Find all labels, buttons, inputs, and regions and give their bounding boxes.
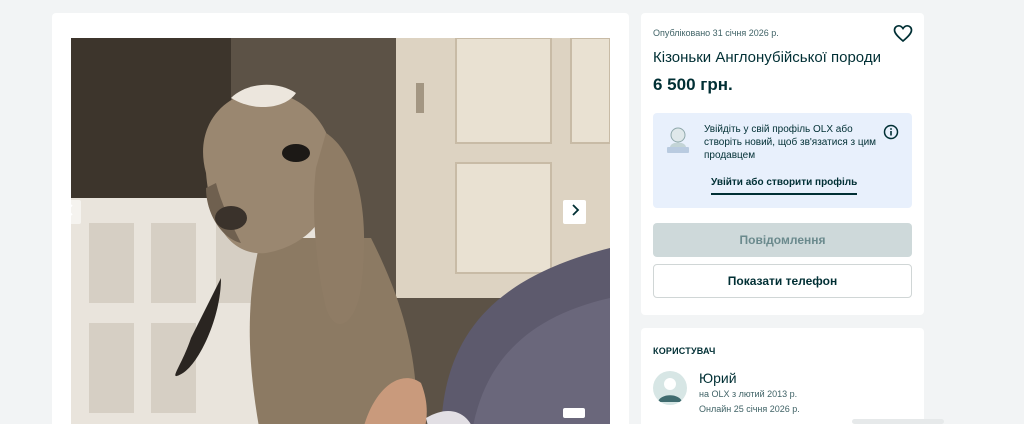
ad-title: Кізоньки Англонубійської породи: [653, 49, 881, 66]
ad-info-card: Опубліковано 31 січня 2026 р. Кізоньки А…: [641, 13, 924, 315]
seller-last-online: Онлайн 25 січня 2026 р.: [699, 404, 800, 414]
seller-name[interactable]: Юрий: [699, 370, 737, 386]
profile-illustration-icon: [665, 125, 691, 155]
avatar[interactable]: [653, 371, 687, 405]
seller-member-since: на OLX з лютий 2013 р.: [699, 389, 798, 399]
bottom-bar: [852, 419, 944, 424]
message-button[interactable]: Повідомлення: [653, 223, 912, 257]
login-prompt-text: Увійдіть у свій профіль OLX або створіть…: [704, 124, 877, 161]
show-phone-button[interactable]: Показати телефон: [653, 264, 912, 298]
gallery-next-button[interactable]: [563, 200, 586, 224]
login-or-register-link[interactable]: Увійти або створити профіль: [711, 177, 858, 195]
seller-heading: КОРИСТУВАЧ: [653, 346, 716, 356]
photo-gallery: [52, 13, 629, 424]
gallery-prev-button[interactable]: [58, 200, 81, 224]
heart-icon[interactable]: [893, 24, 913, 44]
chevron-right-icon: [569, 203, 581, 222]
login-prompt: Увійдіть у свій профіль OLX або створіть…: [653, 113, 912, 208]
gallery-indicator: [563, 408, 585, 418]
info-icon[interactable]: [883, 124, 899, 140]
seller-card: КОРИСТУВАЧ Юрий на OLX з лютий 2013 р. О…: [641, 328, 924, 424]
goat-kid-photo[interactable]: [71, 38, 610, 424]
published-date: Опубліковано 31 січня 2026 р.: [653, 28, 779, 38]
ad-price: 6 500 грн.: [653, 75, 733, 94]
chevron-left-icon: [64, 203, 76, 222]
